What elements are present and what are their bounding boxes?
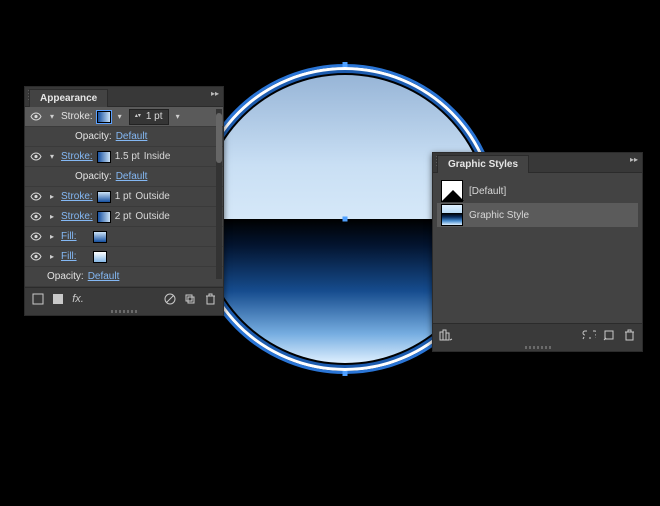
opacity-value[interactable]: Default	[88, 271, 120, 282]
panel-collapse-icon[interactable]: ▸▸	[211, 89, 219, 98]
fill-label[interactable]: Fill:	[61, 251, 77, 262]
selection-handle[interactable]	[343, 62, 348, 67]
panel-resize-grip[interactable]	[433, 345, 642, 351]
scrollbar-thumb[interactable]	[216, 113, 222, 163]
graphic-styles-body: [Default] Graphic Style	[433, 173, 642, 323]
appearance-row-stroke[interactable]: ▾ Stroke: 1.5 pt Inside	[25, 147, 223, 167]
stroke-weight-value: 2 pt	[115, 211, 132, 222]
styles-library-menu-icon[interactable]	[439, 328, 453, 342]
visibility-icon[interactable]	[29, 250, 43, 264]
panel-tabbar[interactable]: Graphic Styles ▸▸	[433, 153, 642, 173]
panel-collapse-icon[interactable]: ▸▸	[630, 155, 638, 164]
stroke-swatch[interactable]	[97, 211, 111, 223]
opacity-label: Opacity:	[75, 131, 112, 142]
stroke-label[interactable]: Stroke:	[61, 151, 93, 162]
stroke-swatch[interactable]	[97, 151, 111, 163]
tab-graphic-styles[interactable]: Graphic Styles	[437, 155, 529, 173]
graphic-style-item[interactable]: Graphic Style	[437, 203, 638, 227]
selection-handle[interactable]	[343, 217, 348, 222]
visibility-icon[interactable]	[29, 150, 43, 164]
weight-dropdown-icon[interactable]: ▾	[173, 112, 183, 121]
chevron-right-icon[interactable]: ▸	[47, 192, 57, 201]
stroke-label: Stroke:	[61, 111, 93, 122]
opacity-label: Opacity:	[75, 171, 112, 182]
stroke-weight-value: 1.5 pt	[115, 151, 140, 162]
graphic-styles-panel: Graphic Styles ▸▸ [Default] Graphic Styl…	[432, 152, 643, 352]
chevron-right-icon[interactable]: ▸	[47, 212, 57, 221]
add-stroke-icon[interactable]	[31, 292, 45, 306]
appearance-row-stroke[interactable]: ▸ Stroke: 2 pt Outside	[25, 207, 223, 227]
appearance-row-opacity[interactable]: Opacity: Default	[25, 167, 223, 187]
chevron-down-icon[interactable]: ▾	[47, 112, 57, 121]
add-effect-button[interactable]: fx.	[71, 292, 85, 306]
chevron-down-icon[interactable]: ▾	[47, 152, 57, 161]
panel-tabbar[interactable]: Appearance ▸▸	[25, 87, 223, 107]
style-thumbnail-default	[441, 180, 463, 202]
stroke-weight-stepper[interactable]: ▴▾ 1 pt	[129, 109, 169, 125]
graphic-styles-footer	[433, 323, 642, 345]
style-name: [Default]	[469, 186, 506, 197]
stroke-label[interactable]: Stroke:	[61, 191, 93, 202]
appearance-row-opacity[interactable]: Opacity: Default	[25, 267, 223, 287]
opacity-value[interactable]: Default	[116, 131, 148, 142]
visibility-icon[interactable]	[29, 110, 43, 124]
stroke-swatch[interactable]	[97, 111, 111, 123]
stroke-label[interactable]: Stroke:	[61, 211, 93, 222]
duplicate-item-icon[interactable]	[183, 292, 197, 306]
fill-label[interactable]: Fill:	[61, 231, 77, 242]
appearance-row-stroke[interactable]: ▾ Stroke: ▾ ▴▾ 1 pt ▾	[25, 107, 223, 127]
delete-style-icon[interactable]	[622, 328, 636, 342]
appearance-footer: fx.	[25, 287, 223, 309]
appearance-panel: Appearance ▸▸ ▾ Stroke: ▾ ▴▾ 1 pt ▾ Opac…	[24, 86, 224, 316]
stepper-arrows-icon[interactable]: ▴▾	[135, 114, 143, 119]
style-name: Graphic Style	[469, 210, 529, 221]
appearance-row-fill[interactable]: ▸ Fill:	[25, 227, 223, 247]
chevron-right-icon[interactable]: ▸	[47, 252, 57, 261]
clear-appearance-icon[interactable]	[163, 292, 177, 306]
stroke-align-value: Outside	[135, 191, 169, 202]
visibility-icon[interactable]	[29, 190, 43, 204]
opacity-value[interactable]: Default	[116, 171, 148, 182]
opacity-label: Opacity:	[47, 271, 84, 282]
delete-item-icon[interactable]	[203, 292, 217, 306]
visibility-icon[interactable]	[29, 210, 43, 224]
fill-swatch[interactable]	[93, 251, 107, 263]
stroke-weight-value: 1 pt	[115, 191, 132, 202]
new-style-icon[interactable]	[602, 328, 616, 342]
break-link-icon[interactable]	[582, 328, 596, 342]
appearance-row-stroke[interactable]: ▸ Stroke: 1 pt Outside	[25, 187, 223, 207]
visibility-icon[interactable]	[29, 230, 43, 244]
stroke-swatch[interactable]	[97, 191, 111, 203]
style-thumbnail	[441, 204, 463, 226]
graphic-style-item[interactable]: [Default]	[437, 179, 638, 203]
scrollbar[interactable]	[216, 109, 222, 279]
swatch-dropdown-icon[interactable]: ▾	[115, 112, 125, 121]
selection-handle[interactable]	[343, 371, 348, 376]
appearance-row-opacity[interactable]: Opacity: Default	[25, 127, 223, 147]
stroke-align-value: Inside	[144, 151, 171, 162]
chevron-right-icon[interactable]: ▸	[47, 232, 57, 241]
panel-resize-grip[interactable]	[25, 309, 223, 315]
stroke-align-value: Outside	[135, 211, 169, 222]
add-fill-icon[interactable]	[51, 292, 65, 306]
appearance-row-fill[interactable]: ▸ Fill:	[25, 247, 223, 267]
tab-appearance[interactable]: Appearance	[29, 89, 108, 107]
stroke-weight-value: 1 pt	[146, 111, 163, 122]
appearance-body: ▾ Stroke: ▾ ▴▾ 1 pt ▾ Opacity: Default ▾…	[25, 107, 223, 287]
fill-swatch[interactable]	[93, 231, 107, 243]
